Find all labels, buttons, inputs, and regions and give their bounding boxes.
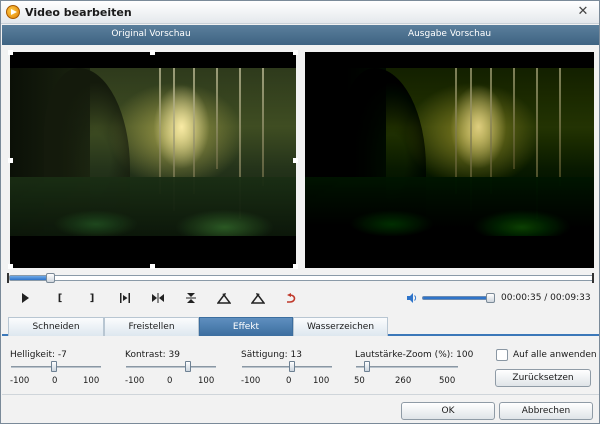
undo-icon xyxy=(287,293,296,303)
contrast-mid: 0 xyxy=(167,376,173,386)
volume-zoom-mid: 260 xyxy=(395,376,412,386)
rotate-right-button[interactable] xyxy=(249,290,267,306)
timeline-thumb[interactable] xyxy=(45,273,55,283)
volume-zoom-slider[interactable] xyxy=(356,366,458,368)
close-button[interactable]: ✕ xyxy=(575,4,591,20)
crop-handle[interactable] xyxy=(150,264,155,269)
volume-zoom-thumb[interactable] xyxy=(364,361,370,372)
saturation-mid: 0 xyxy=(286,376,292,386)
split-icon xyxy=(152,293,164,303)
video-frame xyxy=(305,68,594,236)
volume-zoom-min: 50 xyxy=(354,376,365,386)
saturation-slider[interactable] xyxy=(242,366,332,368)
contrast-label: Kontrast: 39 xyxy=(125,350,180,360)
crop-handle[interactable] xyxy=(8,158,13,163)
time-display: 00:00:35 / 00:09:33 xyxy=(501,293,591,303)
rotate-left-icon xyxy=(217,293,231,304)
crop-handle[interactable] xyxy=(8,50,13,55)
crop-handle[interactable] xyxy=(293,158,298,163)
contrast-slider[interactable] xyxy=(126,366,216,368)
title-bar: Video bearbeiten ✕ xyxy=(1,1,599,24)
divider xyxy=(2,394,599,395)
mark-in-button[interactable]: [ xyxy=(51,290,69,306)
crop-handle[interactable] xyxy=(150,50,155,55)
output-video-preview xyxy=(305,52,594,268)
brightness-mid: 0 xyxy=(52,376,58,386)
contrast-max: 100 xyxy=(198,376,215,386)
timeline-slider[interactable] xyxy=(9,273,594,283)
undo-button[interactable] xyxy=(282,290,300,306)
volume-slider[interactable] xyxy=(422,296,494,300)
flip-vertical-icon xyxy=(186,293,196,303)
original-preview-label: Original Vorschau xyxy=(111,29,191,39)
window-title: Video bearbeiten xyxy=(25,6,132,19)
volume-thumb[interactable] xyxy=(486,293,495,303)
clip-play-icon xyxy=(120,293,130,303)
tab-freistellen[interactable]: Freistellen xyxy=(104,317,199,336)
saturation-min: -100 xyxy=(241,376,261,386)
brightness-min: -100 xyxy=(10,376,30,386)
rotate-right-icon xyxy=(251,293,265,304)
saturation-thumb[interactable] xyxy=(289,361,295,372)
crop-handle[interactable] xyxy=(8,264,13,269)
split-button[interactable] xyxy=(149,290,167,306)
reset-button[interactable]: Zurücksetzen xyxy=(495,369,591,387)
contrast-thumb[interactable] xyxy=(185,361,191,372)
ok-button[interactable]: OK xyxy=(401,402,495,420)
contrast-min: -100 xyxy=(125,376,145,386)
brightness-label: Helligkeit: -7 xyxy=(10,350,67,360)
mark-out-button[interactable]: ] xyxy=(83,290,101,306)
play-selection-button[interactable] xyxy=(116,290,134,306)
saturation-label: Sättigung: 13 xyxy=(241,350,302,360)
cancel-button[interactable]: Abbrechen xyxy=(499,402,593,420)
rotate-left-button[interactable] xyxy=(215,290,233,306)
apply-all-checkbox[interactable] xyxy=(496,349,508,361)
timeline-progress xyxy=(10,276,50,280)
tab-schneiden[interactable]: Schneiden xyxy=(8,317,104,336)
video-frame xyxy=(10,68,296,236)
original-video-preview[interactable] xyxy=(10,52,296,268)
volume-icon[interactable] xyxy=(406,292,418,304)
output-preview-label: Ausgabe Vorschau xyxy=(407,29,492,39)
volume-zoom-max: 500 xyxy=(439,376,456,386)
crop-handle[interactable] xyxy=(293,50,298,55)
saturation-max: 100 xyxy=(313,376,330,386)
video-edit-window: Video bearbeiten ✕ Original Vorschau Aus… xyxy=(0,0,600,424)
app-logo-icon xyxy=(6,5,20,19)
preview-header: Original Vorschau Ausgabe Vorschau xyxy=(2,25,599,45)
crop-handle[interactable] xyxy=(293,264,298,269)
brightness-max: 100 xyxy=(83,376,100,386)
volume-zoom-label: Lautstärke-Zoom (%): 100 xyxy=(355,350,474,360)
tab-effekt[interactable]: Effekt xyxy=(199,317,293,336)
apply-all-label: Auf alle anwenden xyxy=(513,350,597,360)
tab-bar: Schneiden Freistellen Effekt Wasserzeich… xyxy=(2,315,599,336)
play-icon xyxy=(22,293,29,303)
play-button[interactable] xyxy=(16,290,34,306)
tab-wasserzeichen[interactable]: Wasserzeichen xyxy=(293,317,388,336)
timeline-end-marker xyxy=(592,273,594,283)
flip-vertical-button[interactable] xyxy=(182,290,200,306)
brightness-thumb[interactable] xyxy=(51,361,57,372)
